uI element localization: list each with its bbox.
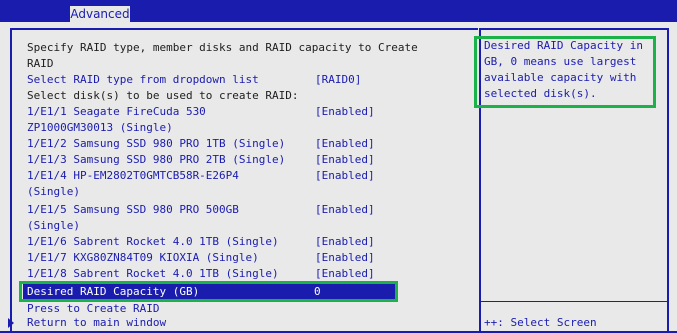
disk-4-label-cont[interactable]: (Single) bbox=[27, 184, 80, 200]
return-main-link[interactable]: Return to main window bbox=[27, 315, 166, 331]
disk-8-label[interactable]: 1/E1/8 Sabrent Rocket 4.0 1TB (Single) bbox=[27, 266, 279, 282]
tab-advanced[interactable]: Advanced bbox=[70, 6, 130, 22]
disk-6-label[interactable]: 1/E1/6 Sabrent Rocket 4.0 1TB (Single) bbox=[27, 234, 279, 250]
disk-8-value[interactable]: [Enabled] bbox=[315, 266, 375, 282]
disk-2-value[interactable]: [Enabled] bbox=[315, 136, 375, 152]
disk-5-label-cont[interactable]: (Single) bbox=[27, 218, 80, 234]
disk-3-label[interactable]: 1/E1/3 Samsung SSD 980 PRO 2TB (Single) bbox=[27, 152, 285, 168]
raid-type-value[interactable]: [RAID0] bbox=[315, 72, 361, 88]
disks-heading: Select disk(s) to be used to create RAID… bbox=[27, 89, 299, 102]
disk-3-value[interactable]: [Enabled] bbox=[315, 152, 375, 168]
disk-7-label[interactable]: 1/E1/7 KXG80ZN84T09 KIOXIA (Single) bbox=[27, 250, 259, 266]
disk-1-value[interactable]: [Enabled] bbox=[315, 104, 375, 120]
disk-1-label[interactable]: 1/E1/1 Seagate FireCuda 530 bbox=[27, 104, 206, 120]
top-menu-bar: Advanced bbox=[0, 0, 677, 22]
disk-4-value[interactable]: [Enabled] bbox=[315, 168, 375, 184]
intro-text: Specify RAID type, member disks and RAID… bbox=[27, 41, 418, 54]
disk-4-label[interactable]: 1/E1/4 HP-EM2802T0GMTCB58R-E26P4 bbox=[27, 168, 239, 184]
disk-6-value[interactable]: [Enabled] bbox=[315, 234, 375, 250]
intro-text-cont: RAID bbox=[27, 57, 54, 70]
disk-7-value[interactable]: [Enabled] bbox=[315, 250, 375, 266]
disk-2-label[interactable]: 1/E1/2 Samsung SSD 980 PRO 1TB (Single) bbox=[27, 136, 285, 152]
raid-type-label[interactable]: Select RAID type from dropdown list bbox=[27, 72, 259, 88]
disk-5-value[interactable]: [Enabled] bbox=[315, 202, 375, 218]
help-divider bbox=[481, 301, 667, 302]
select-screen-hint: ++: Select Screen bbox=[484, 316, 597, 329]
capacity-callout-box bbox=[19, 281, 398, 302]
submenu-arrow-icon bbox=[8, 318, 14, 328]
disk-5-label[interactable]: 1/E1/5 Samsung SSD 980 PRO 500GB bbox=[27, 202, 239, 218]
help-callout-box bbox=[474, 36, 656, 108]
disk-1-label-cont[interactable]: ZP1000GM30013 (Single) bbox=[27, 120, 173, 136]
